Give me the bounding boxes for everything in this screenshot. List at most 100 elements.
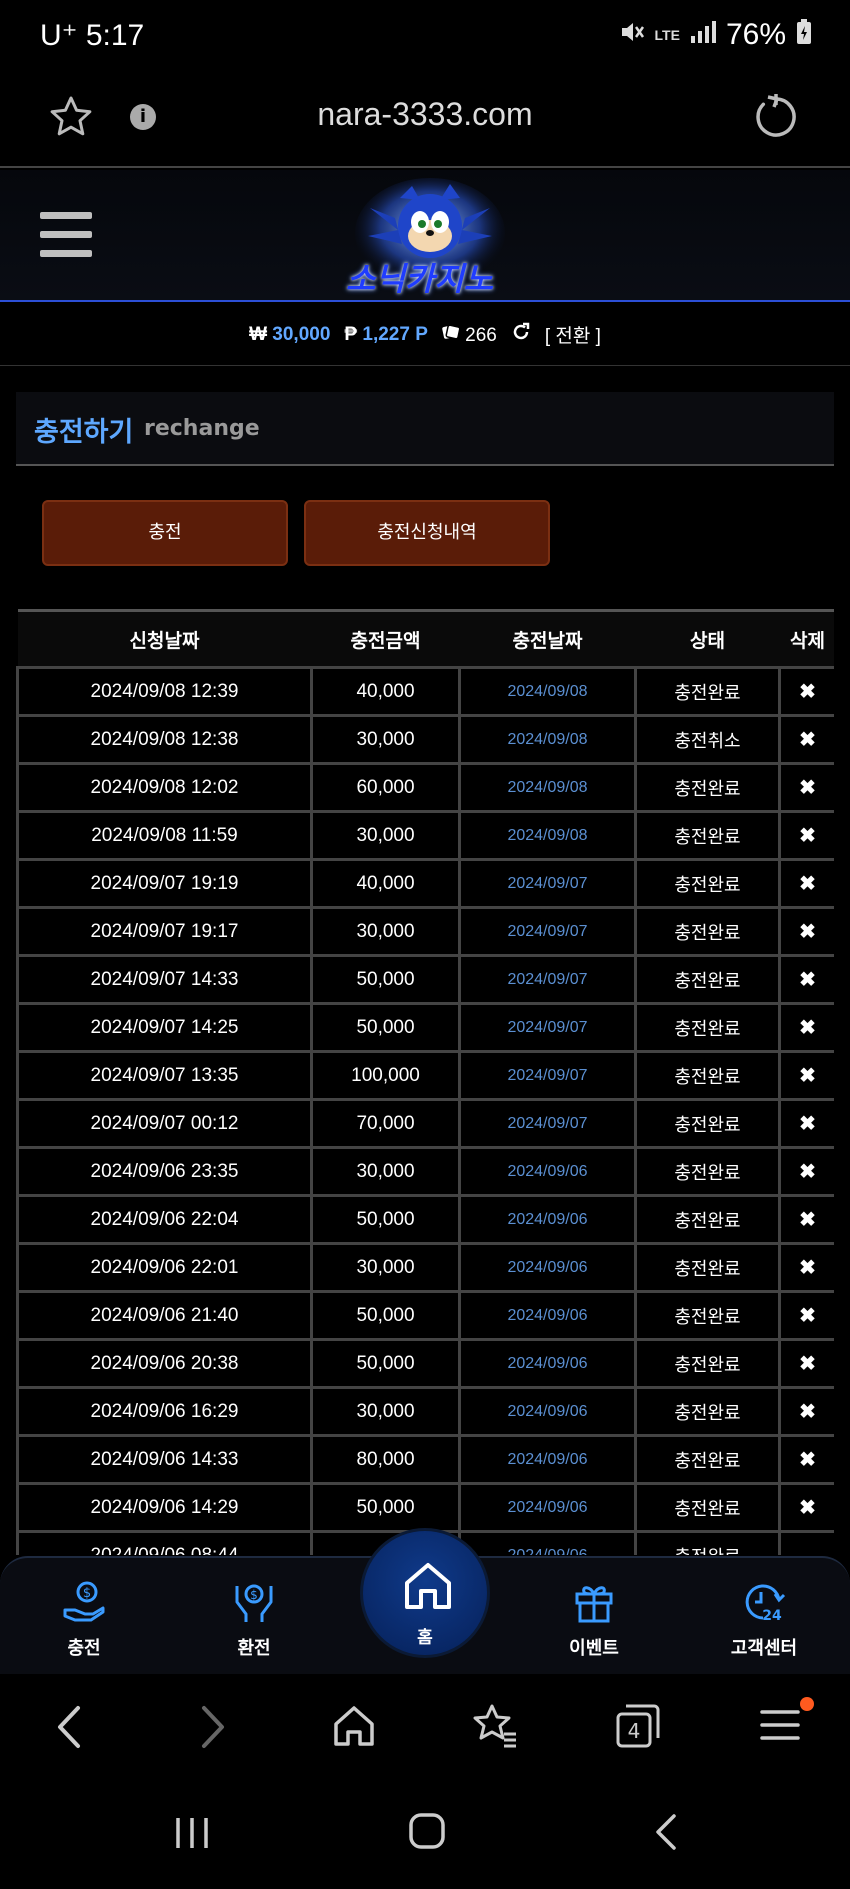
cell-recharge-date: 2024/09/08: [458, 810, 637, 861]
tabs-icon[interactable]: 4: [614, 1702, 662, 1754]
cell-recharge-date: 2024/09/06: [458, 1242, 637, 1293]
cell-recharge-date: 2024/09/06: [458, 1482, 637, 1533]
notification-dot: [800, 1697, 814, 1711]
delete-icon[interactable]: ✖: [778, 666, 834, 717]
cell-recharge-date: 2024/09/08: [458, 666, 637, 717]
nav-event[interactable]: 이벤트: [534, 1580, 654, 1660]
nav-recharge[interactable]: $ 충전: [24, 1580, 144, 1660]
table-row: 2024/09/07 14:25 50,000 2024/09/07 충전완료 ✖: [16, 1002, 834, 1053]
signal-icon: [690, 20, 716, 51]
chip-icon: [442, 324, 465, 346]
cell-amount: 30,000: [310, 1242, 461, 1293]
menu-icon[interactable]: [760, 1702, 800, 1752]
convert-refresh-icon[interactable]: [511, 322, 531, 348]
recent-apps-icon[interactable]: [174, 1814, 210, 1854]
url-field[interactable]: nara-3333.com: [0, 96, 850, 133]
nav-support[interactable]: 24 고객센터: [704, 1580, 824, 1660]
back-arrow-icon[interactable]: [52, 1702, 86, 1756]
cell-status: 충전완료: [634, 1098, 781, 1149]
delete-icon[interactable]: ✖: [778, 1146, 834, 1197]
cell-status: 충전완료: [634, 666, 781, 717]
android-home-icon[interactable]: [408, 1812, 446, 1854]
tab-recharge-button[interactable]: 충전: [42, 500, 288, 566]
convert-button[interactable]: [ 전환 ]: [545, 321, 601, 348]
home-icon: [401, 1559, 455, 1615]
cell-amount: 50,000: [310, 1338, 461, 1389]
cell-status: 충전완료: [634, 1338, 781, 1389]
delete-icon[interactable]: ✖: [778, 1386, 834, 1437]
clock: 5:17: [85, 19, 145, 52]
tab-recharge-history-button[interactable]: 충전신청내역: [304, 500, 550, 566]
table-row: 2024/09/07 19:19 40,000 2024/09/07 충전완료 ✖: [16, 858, 834, 909]
nav-exchange[interactable]: $ 환전: [194, 1580, 314, 1660]
lte-label: LTE: [654, 27, 680, 43]
delete-icon[interactable]: ✖: [778, 1290, 834, 1341]
battery-percent: 76%: [725, 18, 786, 51]
table-row: 2024/09/08 12:02 60,000 2024/09/08 충전완료 ✖: [16, 762, 834, 813]
cell-recharge-date: 2024/09/07: [458, 1002, 637, 1053]
table-row: 2024/09/08 12:38 30,000 2024/09/08 충전취소 ✖: [16, 714, 834, 765]
point-balance: ₱ 1,227 P: [344, 324, 427, 346]
delete-icon[interactable]: ✖: [778, 1050, 834, 1101]
cell-request-date: 2024/09/07 13:35: [16, 1050, 313, 1101]
reload-icon[interactable]: [754, 94, 798, 144]
delete-icon[interactable]: ✖: [778, 858, 834, 909]
cell-recharge-date: 2024/09/07: [458, 858, 637, 909]
cell-amount: 30,000: [310, 714, 461, 765]
cell-amount: 30,000: [310, 906, 461, 957]
delete-icon[interactable]: ✖: [778, 1098, 834, 1149]
cell-status: 충전완료: [634, 1386, 781, 1437]
cell-amount: 50,000: [310, 954, 461, 1005]
delete-icon[interactable]: ✖: [778, 1002, 834, 1053]
support-24-icon: 24: [741, 1584, 787, 1628]
table-row: 2024/09/06 23:35 30,000 2024/09/06 충전완료 ✖: [16, 1146, 834, 1197]
cell-request-date: 2024/09/07 00:12: [16, 1098, 313, 1149]
cell-recharge-date: 2024/09/07: [458, 954, 637, 1005]
header-amount: 충전금액: [311, 609, 460, 669]
delete-icon[interactable]: ✖: [778, 762, 834, 813]
delete-icon[interactable]: ✖: [778, 1482, 834, 1533]
status-left: U⁺ 5:17: [40, 18, 144, 53]
cell-amount: 50,000: [310, 1002, 461, 1053]
cell-status: 충전취소: [634, 714, 781, 765]
delete-icon[interactable]: ✖: [778, 906, 834, 957]
cell-recharge-date: 2024/09/08: [458, 714, 637, 765]
android-nav-bar: [0, 1784, 850, 1889]
browser-home-icon[interactable]: [332, 1702, 376, 1752]
delete-icon[interactable]: ✖: [778, 810, 834, 861]
cell-status: 충전완료: [634, 1194, 781, 1245]
delete-icon[interactable]: [778, 1530, 834, 1555]
delete-icon[interactable]: ✖: [778, 714, 834, 765]
section-title-ko: 충전하기: [34, 417, 134, 448]
hamburger-icon[interactable]: [40, 212, 92, 257]
cell-request-date: 2024/09/06 16:29: [16, 1386, 313, 1437]
cell-request-date: 2024/09/06 14:33: [16, 1434, 313, 1485]
delete-icon[interactable]: ✖: [778, 1338, 834, 1389]
logo-text: 소닉카지노: [346, 260, 494, 298]
svg-text:24: 24: [762, 1608, 782, 1624]
delete-icon[interactable]: ✖: [778, 1194, 834, 1245]
cell-recharge-date: 2024/09/06: [458, 1146, 637, 1197]
nav-support-label: 고객센터: [730, 1638, 798, 1659]
forward-arrow-icon[interactable]: [196, 1702, 230, 1756]
nav-exchange-label: 환전: [237, 1638, 271, 1659]
table-row: 2024/09/06 22:01 30,000 2024/09/06 충전완료 ✖: [16, 1242, 834, 1293]
android-back-icon[interactable]: [652, 1812, 682, 1856]
won-value: 30,000: [272, 323, 331, 345]
delete-icon[interactable]: ✖: [778, 1434, 834, 1485]
delete-icon[interactable]: ✖: [778, 954, 834, 1005]
bookmarks-icon[interactable]: [472, 1702, 520, 1754]
nav-home-button[interactable]: 홈: [360, 1528, 490, 1658]
svg-text:$: $: [83, 1586, 91, 1601]
status-right: LTE 76%: [619, 18, 812, 52]
cell-status: 충전완료: [634, 906, 781, 957]
cell-amount: 100,000: [310, 1050, 461, 1101]
cell-request-date: 2024/09/07 19:17: [16, 906, 313, 957]
chip-value: 266: [465, 324, 497, 346]
cell-recharge-date: 2024/09/06: [458, 1194, 637, 1245]
cell-amount: 40,000: [310, 858, 461, 909]
header-request-date: 신청날짜: [17, 609, 312, 669]
table-row: 2024/09/06 22:04 50,000 2024/09/06 충전완료 ✖: [16, 1194, 834, 1245]
delete-icon[interactable]: ✖: [778, 1242, 834, 1293]
cell-amount: 40,000: [310, 666, 461, 717]
